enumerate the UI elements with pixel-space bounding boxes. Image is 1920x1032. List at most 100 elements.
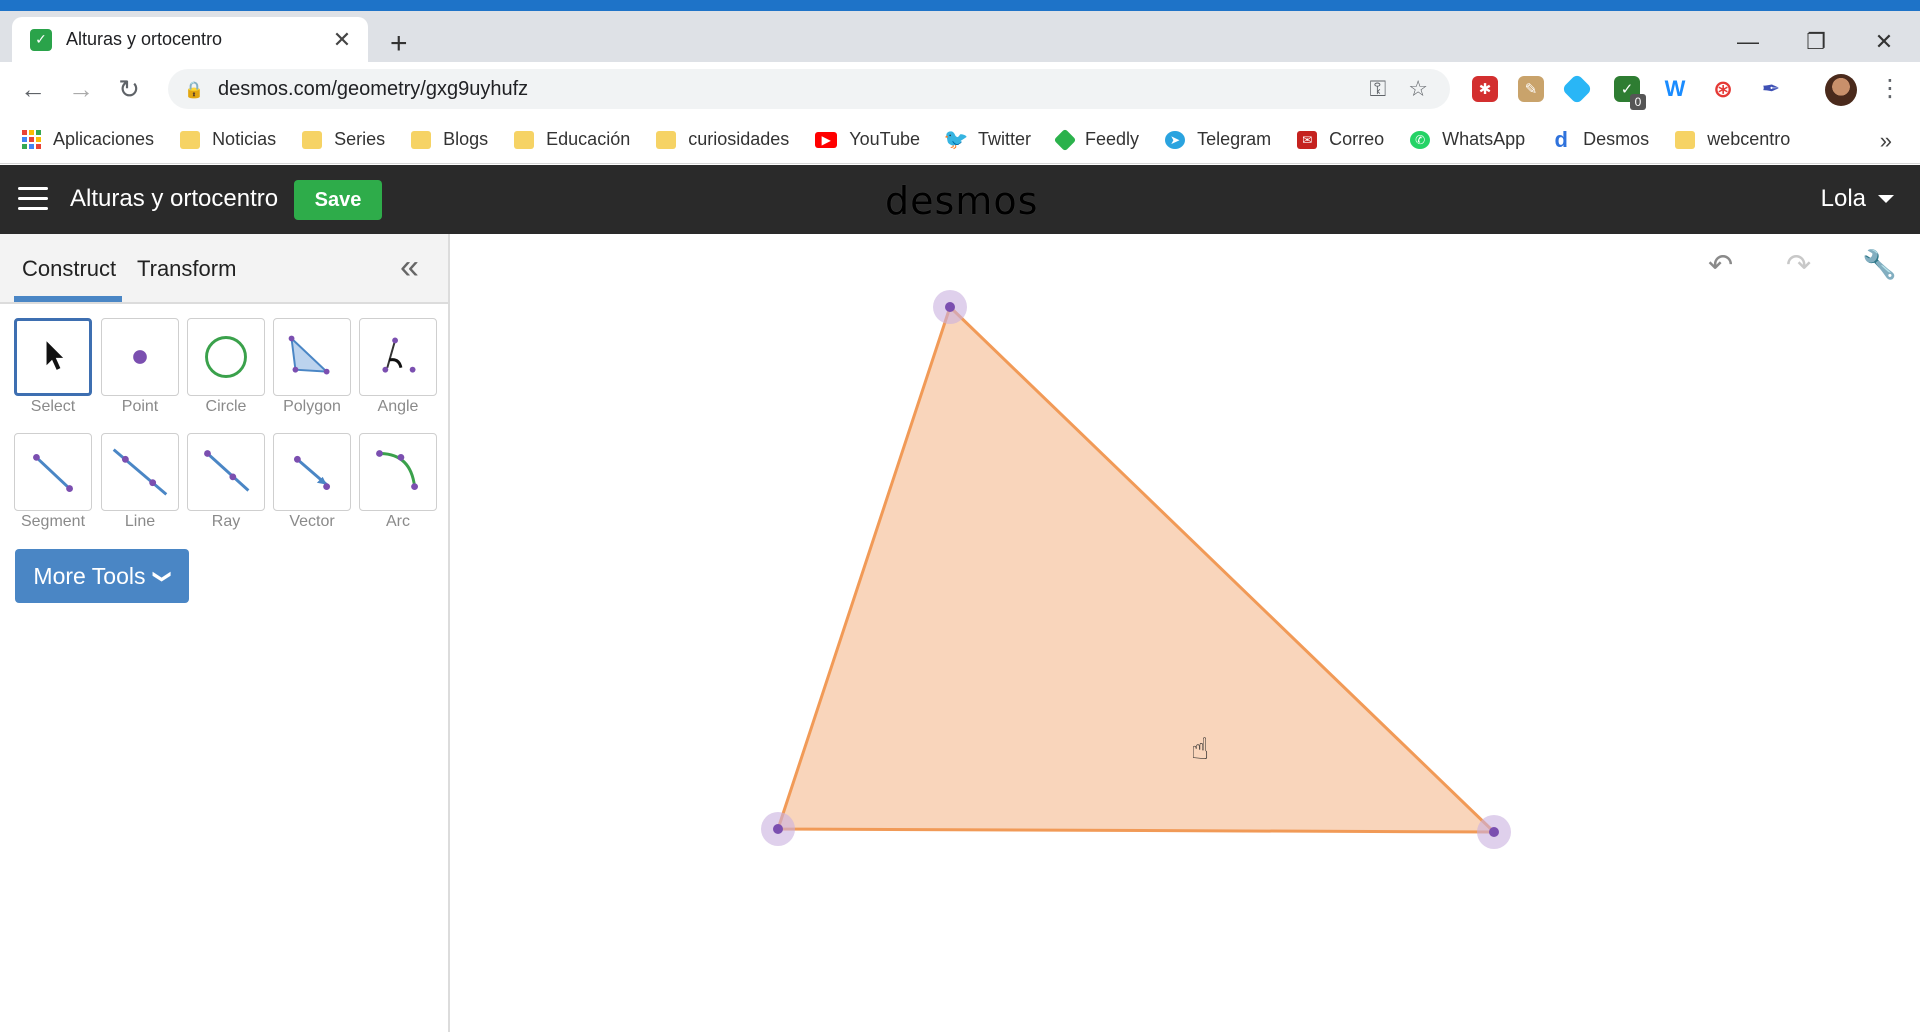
restore-window-button[interactable]: ❐ (1796, 29, 1836, 55)
bookmark-desmos[interactable]: d Desmos (1551, 126, 1649, 152)
tool-label-polygon: Polygon (283, 398, 341, 415)
bookmark-curiosidades[interactable]: curiosidades (656, 129, 789, 150)
window-top-strip (0, 0, 1920, 11)
bookmark-feedly[interactable]: Feedly (1053, 128, 1140, 151)
point-icon (133, 350, 147, 364)
bookmark-label: YouTube (849, 129, 921, 149)
tab-construct[interactable]: Construct (22, 256, 116, 282)
tool-label-line: Line (124, 513, 156, 530)
document-title[interactable]: Alturas y ortocentro (70, 185, 278, 213)
forward-button[interactable]: → (66, 74, 96, 104)
bookmark-webcentro[interactable]: webcentro (1675, 129, 1790, 150)
bookmark-label: Telegram (1197, 129, 1272, 149)
reload-button[interactable]: ↻ (114, 74, 144, 104)
tool-circle[interactable] (187, 318, 265, 396)
bookmarks-overflow-button[interactable]: » (1880, 128, 1892, 154)
bookmark-label: Noticias (212, 129, 277, 149)
browser-tab-bar: ✓ Alturas y ortocentro ✕ + — ❐ ✕ (0, 11, 1920, 62)
close-window-button[interactable]: ✕ (1864, 29, 1904, 55)
bookmark-correo[interactable]: ✉ Correo (1297, 129, 1384, 150)
tool-label-angle: Angle (377, 398, 419, 415)
vector-icon (293, 455, 331, 491)
new-tab-button[interactable]: + (390, 29, 408, 59)
segment-icon (33, 453, 73, 492)
user-name: Lola (1820, 185, 1866, 212)
bookmark-label: Series (334, 129, 386, 149)
extension-diamond-icon[interactable] (1561, 73, 1593, 105)
app-header: Alturas y ortocentro Save desmos Lola (0, 165, 1920, 234)
bookmark-label: curiosidades (688, 129, 790, 149)
desmos-favicon-icon: ✓ (30, 28, 52, 51)
address-bar[interactable]: 🔒 desmos.com/geometry/gxg9uyhufz ⚿ ☆ (168, 69, 1450, 109)
bookmark-whatsapp[interactable]: ✆ WhatsApp (1410, 129, 1525, 150)
browser-menu-icon[interactable]: ⋮ (1878, 74, 1902, 103)
tool-label-select: Select (30, 398, 76, 415)
collapse-panel-icon[interactable]: « (400, 248, 419, 287)
whatsapp-icon: ✆ (1410, 130, 1431, 149)
tool-vector[interactable] (273, 433, 351, 511)
tool-label-segment: Segment (20, 513, 86, 530)
browser-tab-title: Alturas y ortocentro (66, 29, 223, 49)
bookmark-blogs[interactable]: Blogs (411, 129, 488, 150)
bookmark-noticias[interactable]: Noticias (180, 129, 276, 150)
tool-select[interactable] (14, 318, 92, 396)
folder-icon (302, 130, 323, 149)
bookmark-label: Aplicaciones (53, 129, 155, 149)
extension-w-icon[interactable]: W (1662, 76, 1688, 102)
bookmarks-bar: Aplicaciones Noticias Series Blogs Educa… (0, 116, 1920, 164)
extension-feather-icon[interactable]: ✒ (1758, 76, 1784, 102)
hamburger-menu-icon[interactable] (18, 187, 48, 211)
vertex-c-point[interactable] (1489, 827, 1499, 837)
more-tools-button[interactable]: More Tools ❯ (15, 549, 189, 603)
tool-label-arc: Arc (386, 513, 410, 530)
youtube-icon: ▶ (815, 131, 838, 148)
extension-bug-icon[interactable]: ✱ (1472, 76, 1498, 102)
bookmark-youtube[interactable]: ▶ YouTube (815, 129, 920, 150)
tool-label-point: Point (121, 398, 159, 415)
tool-polygon[interactable] (273, 318, 351, 396)
tool-label-circle: Circle (205, 398, 247, 415)
polygon-icon (288, 335, 330, 375)
vertex-a-point[interactable] (945, 302, 955, 312)
tool-ray[interactable] (187, 433, 265, 511)
profile-avatar[interactable] (1825, 74, 1857, 106)
desmos-icon: d (1554, 126, 1568, 152)
bookmark-series[interactable]: Series (302, 129, 385, 150)
tab-close-icon[interactable]: ✕ (328, 26, 356, 54)
vertex-b-point[interactable] (773, 824, 783, 834)
folder-icon (656, 130, 677, 149)
save-button[interactable]: Save (294, 180, 382, 220)
extension-swirl-icon[interactable]: ⊛ (1710, 76, 1736, 103)
ray-icon (204, 450, 250, 492)
feedly-icon (1053, 128, 1077, 151)
address-url[interactable]: desmos.com/geometry/gxg9uyhufz (218, 78, 1370, 101)
tool-panel: Construct Transform « Select Point Circl… (0, 234, 450, 1032)
back-button[interactable]: ← (18, 74, 48, 104)
tool-arc[interactable] (359, 433, 437, 511)
user-menu[interactable]: Lola (1821, 185, 1894, 213)
browser-tab[interactable]: ✓ Alturas y ortocentro ✕ (12, 17, 368, 62)
chevron-down-icon: ❯ (153, 568, 174, 584)
bookmark-telegram[interactable]: ➤ Telegram (1165, 129, 1271, 150)
bookmark-star-icon[interactable]: ☆ (1408, 76, 1428, 102)
tool-angle[interactable] (359, 318, 437, 396)
bookmark-twitter[interactable]: 🐦 Twitter (944, 129, 1031, 151)
browser-toolbar: ← → ↻ 🔒 desmos.com/geometry/gxg9uyhufz ⚿… (0, 62, 1920, 116)
tab-transform[interactable]: Transform (137, 256, 236, 282)
tool-point[interactable] (101, 318, 179, 396)
angle-icon (382, 337, 416, 373)
bookmark-label: Feedly (1085, 129, 1140, 149)
triangle-polygon[interactable] (776, 305, 1496, 834)
bookmark-aplicaciones[interactable]: Aplicaciones (22, 129, 154, 150)
tool-segment[interactable] (14, 433, 92, 511)
mail-icon: ✉ (1297, 130, 1318, 149)
geometry-canvas[interactable]: ↶ ↷ 🔧 ☝ (450, 234, 1920, 1032)
key-icon[interactable]: ⚿ (1370, 76, 1387, 102)
folder-icon (1675, 130, 1696, 149)
minimize-window-button[interactable]: — (1728, 29, 1768, 55)
bookmark-educacion[interactable]: Educación (514, 129, 630, 150)
panel-tabs: Construct Transform « (0, 234, 448, 304)
tool-line[interactable] (101, 433, 179, 511)
geometry-drawing (761, 290, 1511, 849)
extension-paint-icon[interactable]: ✎ (1518, 76, 1544, 102)
